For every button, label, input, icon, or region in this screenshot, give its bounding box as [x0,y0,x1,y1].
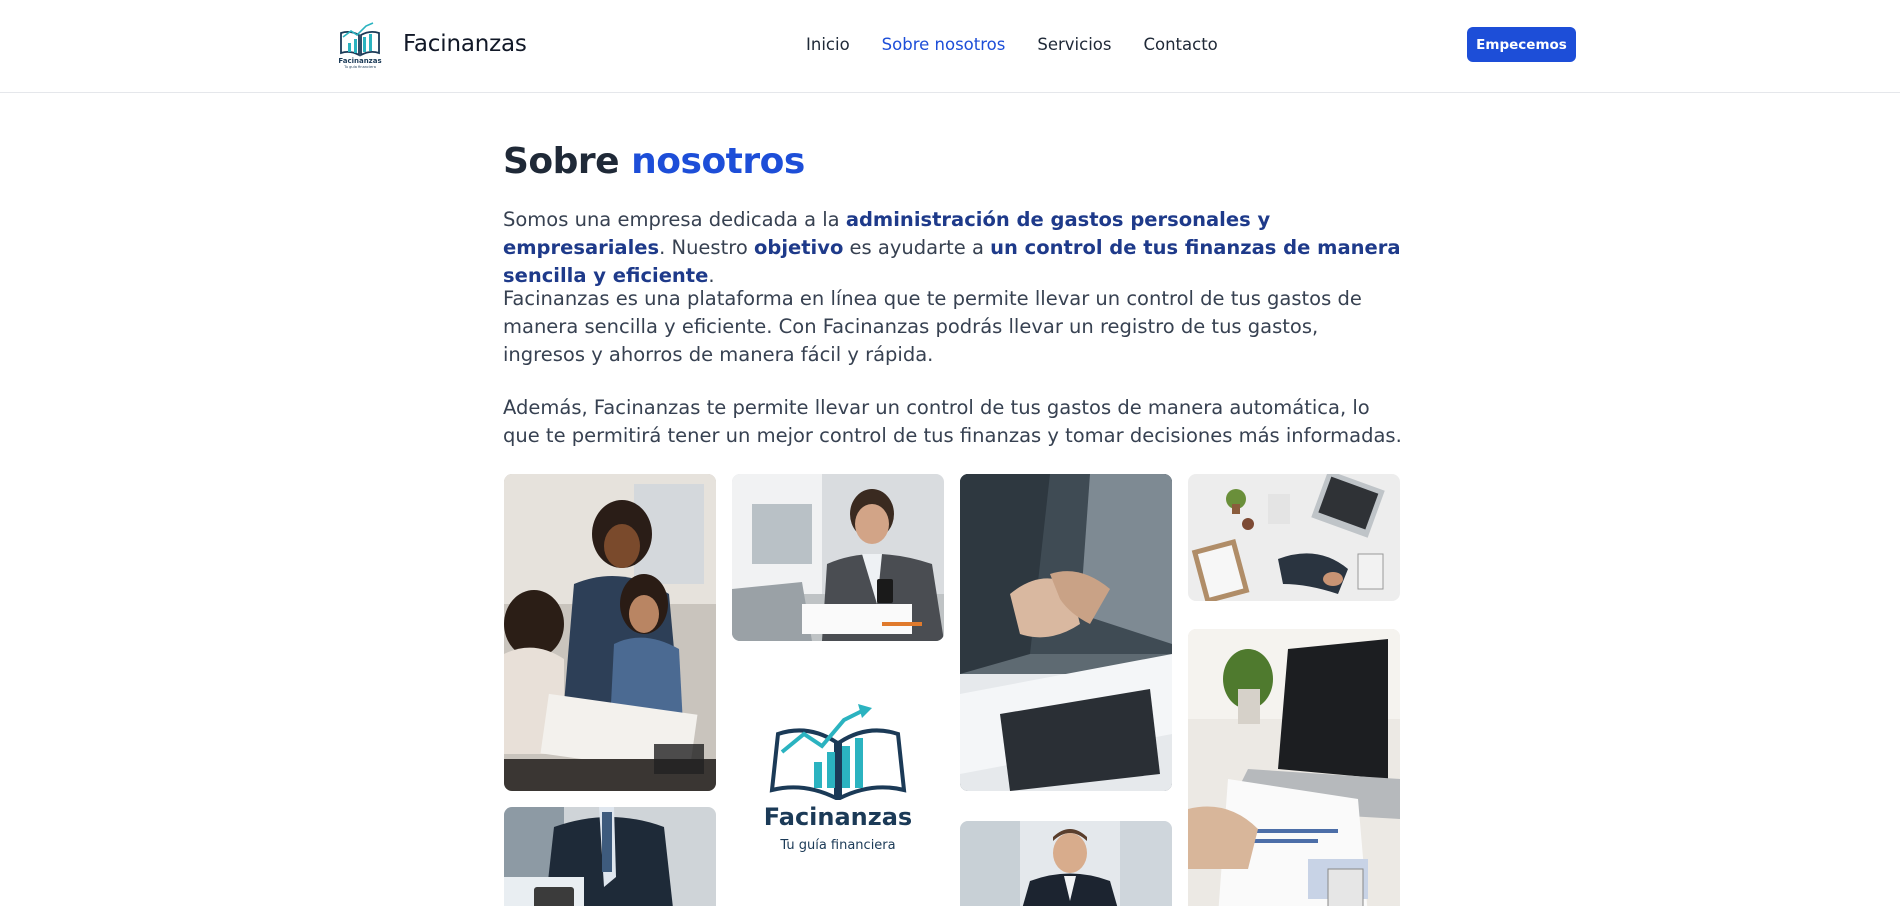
photo-teacher-students [504,474,716,791]
photo-handshake [960,474,1172,791]
gallery-logo-icon [769,704,907,800]
empecemos-button[interactable]: Empecemos [1467,27,1576,62]
intro-text-4: . [708,264,715,287]
main-nav: Inicio Sobre nosotros Servicios Contacto [806,35,1218,54]
logo-tagline: Tu guía financiera [343,65,376,69]
gallery-logo-tagline: Tu guía financiera [780,838,896,853]
site-header: Facinanzas Tu guía financiera Facinanzas… [0,0,1900,93]
gallery-logo-card: Facinanzas Tu guía financiera [732,690,944,906]
intro-text-2: . Nuestro [659,236,754,259]
intro-highlight-2: objetivo [753,236,844,259]
gallery-logo-name: Facinanzas [763,803,913,831]
nav-item-sobre-nosotros[interactable]: Sobre nosotros [882,35,1006,54]
platform-paragraph: Facinanzas es una plataforma en línea qu… [503,287,1362,366]
intro-text-3: es ayudarte a [843,236,991,259]
nav-item-contacto[interactable]: Contacto [1143,35,1217,54]
title-accent: nosotros [631,141,805,182]
photo-desk-flatlay [1188,474,1400,601]
intro-paragraph: Somos una empresa dedicada a la administ… [503,206,1403,290]
photo-laptop-documents [1188,629,1400,906]
logo-icon[interactable]: Facinanzas Tu guía financiera [337,19,383,69]
automation-paragraph: Además, Facinanzas te permite llevar un … [503,396,1402,447]
title-plain: Sobre [503,141,620,182]
photo-man-writing [732,474,944,641]
nav-item-inicio[interactable]: Inicio [806,35,850,54]
logo-text: Facinanzas [338,57,381,65]
nav-item-servicios[interactable]: Servicios [1037,35,1111,54]
brand-name[interactable]: Facinanzas [403,31,527,57]
intro-text-1: Somos una empresa dedicada a la [503,208,846,231]
photo-businessman-smiling [960,821,1172,906]
photo-businessman-calculator [504,807,716,906]
page-title: Sobre nosotros [503,141,805,182]
